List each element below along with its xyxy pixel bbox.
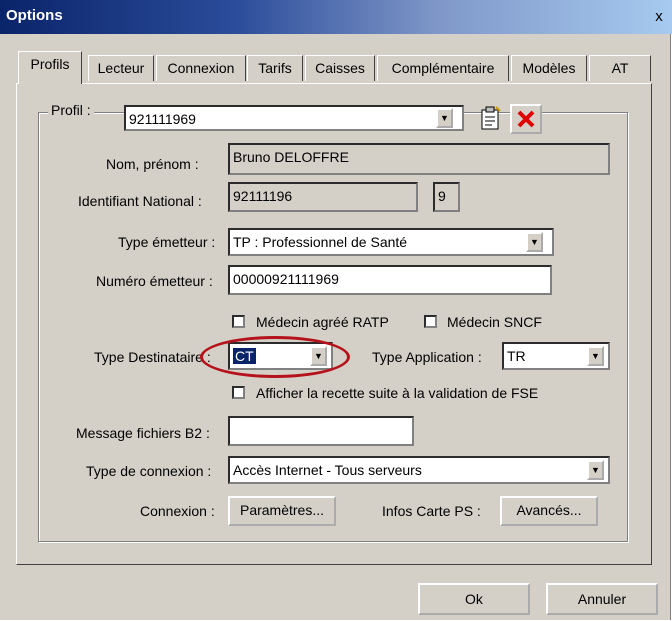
numero-emetteur-input[interactable]: 00000921111969 xyxy=(228,265,552,295)
nom-label: Nom, prénom : xyxy=(106,156,199,172)
profil-value: 921111969 xyxy=(129,111,196,127)
identifiant-field: 92111196 xyxy=(228,182,418,212)
type-connexion-select[interactable]: Accès Internet - Tous serveurs xyxy=(228,456,610,484)
annuler-button[interactable]: Annuler xyxy=(546,583,658,615)
type-connexion-label: Type de connexion : xyxy=(86,463,212,479)
ok-button[interactable]: Ok xyxy=(418,583,530,615)
tab-modeles[interactable]: Modèles xyxy=(511,55,587,81)
title-bar: Options xyxy=(0,0,672,34)
clipboard-icon xyxy=(481,106,501,130)
avances-button[interactable]: Avancés... xyxy=(500,496,598,526)
type-application-dropdown-arrow-icon[interactable]: ▼ xyxy=(587,346,604,366)
tab-tarifs[interactable]: Tarifs xyxy=(247,55,303,81)
delete-x-icon xyxy=(517,110,535,128)
numero-emetteur-label: Numéro émetteur : xyxy=(96,273,213,289)
close-button[interactable]: x xyxy=(650,8,668,25)
afficher-recette-label: Afficher la recette suite à la validatio… xyxy=(256,385,539,401)
message-b2-input[interactable] xyxy=(228,416,414,446)
tab-caisses[interactable]: Caisses xyxy=(305,55,375,81)
new-profile-button[interactable] xyxy=(476,104,504,132)
profil-dropdown-arrow-icon[interactable]: ▼ xyxy=(436,108,453,128)
message-b2-label: Message fichiers B2 : xyxy=(76,425,210,441)
type-emetteur-select[interactable]: TP : Professionnel de Santé xyxy=(228,228,554,256)
window-title: Options xyxy=(6,7,63,24)
nom-field: Bruno DELOFFRE xyxy=(228,143,610,175)
infos-carte-label: Infos Carte PS : xyxy=(382,503,481,519)
identifiant-key-field: 9 xyxy=(433,182,460,212)
afficher-recette-checkbox[interactable] xyxy=(232,386,245,399)
ratp-label: Médecin agréé RATP xyxy=(256,314,389,330)
parametres-button[interactable]: Paramètres... xyxy=(228,496,336,526)
type-emetteur-label: Type émetteur : xyxy=(118,234,216,250)
type-destinataire-label: Type Destinataire : xyxy=(94,349,211,365)
connexion-label: Connexion : xyxy=(140,503,215,519)
profil-select[interactable]: 921111969 xyxy=(124,105,464,131)
sncf-label: Médecin SNCF xyxy=(447,314,542,330)
delete-profile-button[interactable] xyxy=(510,104,542,134)
profil-label: Profil : xyxy=(48,102,94,118)
tab-connexion[interactable]: Connexion xyxy=(156,55,246,81)
tab-complementaire[interactable]: Complémentaire xyxy=(377,55,509,81)
type-application-label: Type Application : xyxy=(372,349,482,365)
sncf-checkbox[interactable] xyxy=(424,315,437,328)
type-emetteur-dropdown-arrow-icon[interactable]: ▼ xyxy=(526,232,543,252)
tab-profils[interactable]: Profils xyxy=(18,51,82,84)
type-connexion-dropdown-arrow-icon[interactable]: ▼ xyxy=(587,460,604,480)
tab-at[interactable]: AT xyxy=(589,55,651,81)
identifiant-label: Identifiant National : xyxy=(78,193,202,209)
highlight-circle xyxy=(200,336,350,378)
tab-lecteur[interactable]: Lecteur xyxy=(88,55,154,81)
ratp-checkbox[interactable] xyxy=(232,315,245,328)
